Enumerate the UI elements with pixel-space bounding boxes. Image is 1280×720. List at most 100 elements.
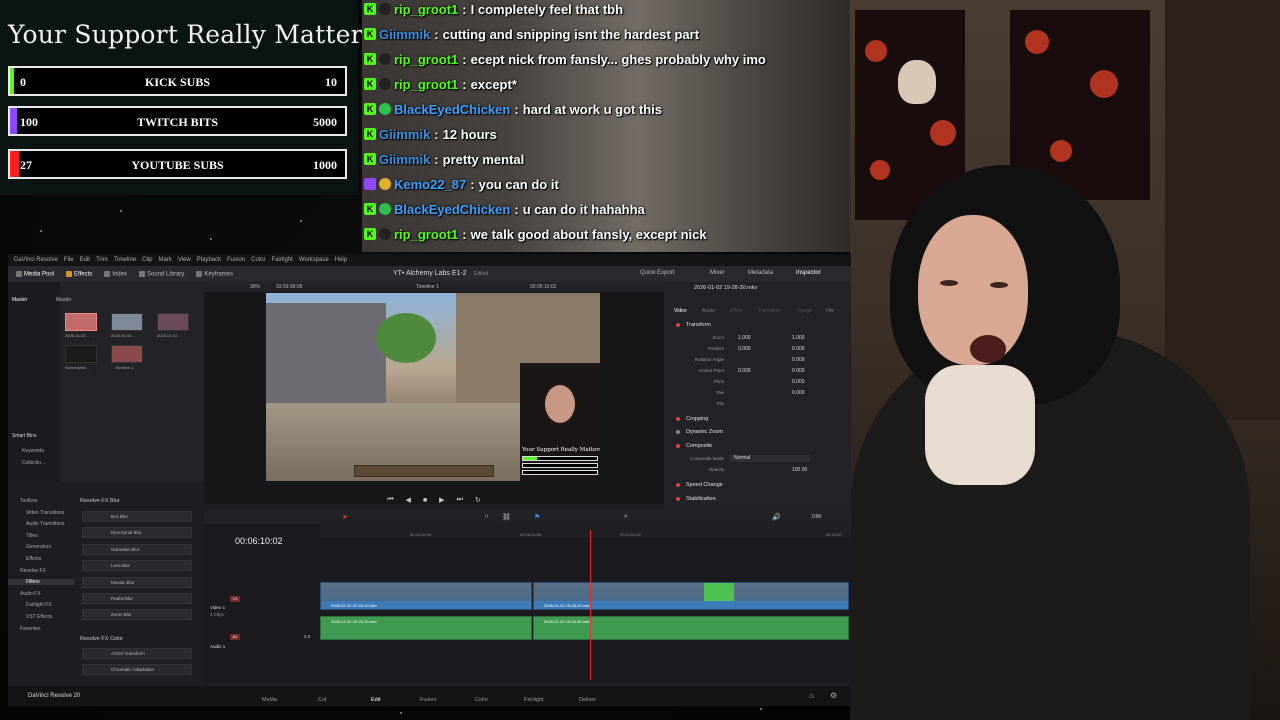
transform-section[interactable]: Transform — [686, 322, 711, 328]
yaw-value[interactable]: 0.000 — [792, 390, 805, 396]
position-y-value[interactable]: 0.000 — [792, 346, 805, 352]
audio-clip[interactable]: 2026-01-02 19-28-30.mkv — [320, 616, 532, 640]
inspector-tab-audio[interactable]: Audio — [702, 308, 715, 314]
section-enabled-dot[interactable] — [676, 430, 680, 434]
page-media[interactable]: Media — [262, 697, 277, 703]
viewer-zoom[interactable]: 39% — [250, 284, 260, 290]
chat-username[interactable]: Giimmik — [379, 152, 430, 167]
zoom-x-value[interactable]: 1.000 — [738, 335, 751, 341]
timeline-thumbnail[interactable] — [111, 345, 143, 363]
menu-item[interactable]: Fairlight — [271, 257, 292, 263]
menu-item[interactable]: Workspace — [299, 257, 329, 263]
speaker-icon[interactable]: 🔊 — [772, 513, 781, 521]
clip-thumbnail[interactable] — [157, 313, 189, 331]
flag-icon[interactable]: ⚑ — [534, 513, 540, 521]
section-enabled-dot[interactable] — [676, 417, 680, 421]
anchor-y-value[interactable]: 0.000 — [792, 368, 805, 374]
bin-collections[interactable]: Collectio... — [22, 460, 45, 466]
sound-library-button[interactable]: Sound Library — [138, 270, 184, 277]
inspector-tab-file[interactable]: File — [826, 308, 834, 314]
chat-username[interactable]: rip_groot1 — [394, 2, 458, 17]
rotation-value[interactable]: 0.000 — [792, 357, 805, 363]
inspector-button[interactable]: Inspector — [796, 270, 821, 276]
page-deliver[interactable]: Deliver — [579, 697, 596, 703]
effects-tree-item[interactable]: Fairlight FX — [26, 602, 52, 608]
chat-username[interactable]: rip_groot1 — [394, 77, 458, 92]
menu-item[interactable]: Edit — [80, 257, 90, 263]
chat-username[interactable]: rip_groot1 — [394, 227, 458, 242]
clip-thumbnail[interactable] — [65, 313, 97, 331]
video-clip[interactable]: 2026-01-02 19-28-30.mkv — [533, 582, 849, 610]
position-x-value[interactable]: 0.000 — [738, 346, 751, 352]
chat-username[interactable]: rip_groot1 — [394, 52, 458, 67]
composite-section[interactable]: Composite — [686, 443, 712, 449]
effects-tree-item[interactable]: Audio FX — [20, 591, 41, 597]
stop-icon[interactable]: ■ — [423, 497, 427, 504]
menu-item[interactable]: File — [64, 257, 74, 263]
speed-change-section[interactable]: Speed Change — [686, 482, 723, 488]
menu-item[interactable]: DaVinci Resolve — [14, 257, 58, 263]
page-edit[interactable]: Edit — [371, 697, 380, 703]
effects-tree-item[interactable]: Titles — [26, 533, 38, 539]
effect-item[interactable]: Lens Blur — [82, 560, 192, 572]
menu-item[interactable]: Playback — [197, 257, 221, 263]
menu-item[interactable]: Help — [335, 257, 347, 263]
effects-tree-item[interactable]: Toolbox — [20, 498, 37, 504]
page-fusion[interactable]: Fusion — [420, 697, 437, 703]
effect-item[interactable]: Mosaic Blur — [82, 576, 192, 588]
menu-item[interactable]: Clip — [142, 257, 152, 263]
effect-item[interactable]: Chromatic Adaptation — [82, 664, 192, 676]
jump-to-end-icon[interactable]: ⏭ — [457, 496, 463, 504]
audio-clip[interactable]: 2026-01-02 19-28-30.mkv — [533, 616, 849, 640]
inspector-tab-transition[interactable]: Transition — [758, 308, 780, 314]
playhead[interactable] — [590, 530, 591, 680]
step-back-icon[interactable]: ◀ — [406, 496, 411, 504]
effects-tree-item[interactable]: Favorites — [20, 626, 41, 632]
opacity-value[interactable]: 100.00 — [792, 467, 807, 473]
viewer-timeline-name[interactable]: Timeline 1 — [416, 284, 439, 290]
chat-username[interactable]: Kemo22_87 — [394, 177, 466, 192]
inspector-tab-effect[interactable]: Effect — [730, 308, 743, 314]
play-icon[interactable]: ▶ — [439, 496, 444, 504]
settings-gear-icon[interactable]: ⚙ — [830, 691, 837, 700]
menu-item[interactable]: Fusion — [227, 257, 245, 263]
chat-username[interactable]: Giimmik — [379, 27, 430, 42]
effect-item[interactable]: Box Blur — [82, 511, 192, 522]
menu-item[interactable]: Mark — [159, 257, 172, 263]
selection-tool-icon[interactable]: ➤ — [342, 513, 348, 521]
page-color[interactable]: Color — [475, 697, 488, 703]
menu-item[interactable]: View — [178, 257, 191, 263]
zoom-icon[interactable]: ⌕ — [624, 513, 628, 521]
effect-item[interactable]: Gaussian Blur — [82, 543, 192, 555]
menu-item[interactable]: Trim — [96, 257, 108, 263]
dim-button[interactable]: DIM — [812, 514, 821, 520]
effects-tree-item[interactable]: Generators — [26, 544, 51, 550]
effect-item[interactable]: Radial Blur — [82, 593, 192, 604]
effects-tree-item[interactable]: VST Effects — [26, 614, 52, 620]
menu-item[interactable]: Color — [251, 257, 265, 263]
index-button[interactable]: Index — [104, 270, 127, 277]
section-enabled-dot[interactable] — [676, 483, 680, 487]
audio-track-tag[interactable]: A1 — [230, 634, 240, 640]
composite-mode-dropdown[interactable]: Normal — [730, 455, 810, 462]
stabilization-section[interactable]: Stabilization — [686, 496, 716, 502]
chat-username[interactable]: Giimmik — [379, 127, 430, 142]
effects-button[interactable]: Effects — [66, 270, 92, 277]
page-fairlight[interactable]: Fairlight — [524, 697, 544, 703]
effects-tree-item[interactable]: Video Transitions — [26, 510, 64, 516]
inspector-tab-video[interactable]: Video — [674, 308, 687, 314]
effect-item[interactable]: ACES Transform — [82, 648, 192, 659]
section-enabled-dot[interactable] — [676, 497, 680, 501]
inspector-tab-image[interactable]: Image — [798, 308, 812, 314]
section-enabled-dot[interactable] — [676, 444, 680, 448]
chat-username[interactable]: BlackEyedChicken — [394, 102, 510, 117]
bin-keywords[interactable]: Keywords — [22, 448, 44, 454]
effect-item[interactable]: Zoom Blur — [82, 609, 192, 621]
effect-item[interactable]: Directional Blur — [82, 527, 192, 539]
zoom-y-value[interactable]: 1.000 — [792, 335, 805, 341]
effects-tree-item[interactable]: Filters — [8, 579, 74, 586]
metadata-button[interactable]: Metadata — [748, 270, 773, 276]
mixer-button[interactable]: Mixer — [710, 270, 725, 276]
dynamic-zoom-section[interactable]: Dynamic Zoom — [686, 429, 723, 435]
video-track-tag[interactable]: V1 — [230, 596, 240, 602]
